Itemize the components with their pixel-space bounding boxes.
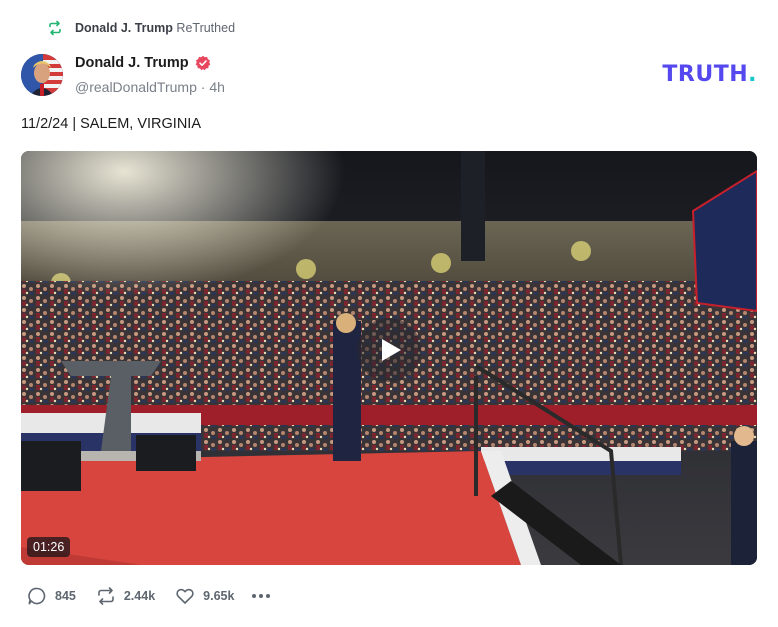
heart-icon xyxy=(176,588,194,604)
separator-dot: · xyxy=(200,79,206,95)
more-dot xyxy=(252,594,257,598)
retruth-icon xyxy=(49,20,61,36)
avatar[interactable] xyxy=(21,54,63,96)
more-dot xyxy=(266,594,271,598)
retruth-header: Donald J. Trump ReTruthed xyxy=(47,19,235,37)
like-count: 9.65k xyxy=(203,589,235,603)
post-time[interactable]: 4h xyxy=(209,79,225,95)
video-player[interactable]: 01:26 xyxy=(21,151,757,565)
avatar-image xyxy=(21,54,63,96)
retruth-action-text: ReTruthed xyxy=(176,21,236,35)
retruth-count: 2.44k xyxy=(123,589,156,603)
post-actions: 845 2.44k 9.65k xyxy=(27,586,271,606)
like-button[interactable]: 9.65k xyxy=(175,586,234,606)
reply-count: 845 xyxy=(55,589,76,603)
retruth-author[interactable]: Donald J. Trump xyxy=(75,21,173,35)
more-dot xyxy=(259,594,264,598)
brand-dot: . xyxy=(748,62,757,87)
reply-button[interactable]: 845 xyxy=(27,586,76,606)
author-handle[interactable]: @realDonaldTrump xyxy=(75,79,197,95)
play-button[interactable] xyxy=(357,318,421,382)
retruth-label: Donald J. Trump ReTruthed xyxy=(75,21,235,35)
video-duration: 01:26 xyxy=(27,537,71,557)
author-row: Donald J. Trump xyxy=(75,55,211,71)
post-text: 11/2/24 | SALEM, VIRGINIA xyxy=(21,116,201,132)
play-icon xyxy=(382,339,401,361)
brand-text: TRUTH xyxy=(662,62,749,87)
more-icon[interactable] xyxy=(252,594,271,598)
retruth-action-icon xyxy=(98,587,114,605)
truth-logo[interactable]: TRUTH. xyxy=(662,62,757,87)
retruth-button[interactable]: 2.44k xyxy=(96,586,155,606)
verified-badge-icon xyxy=(195,55,210,71)
author-name[interactable]: Donald J. Trump xyxy=(75,55,189,71)
reply-icon xyxy=(28,587,46,605)
handle-row: @realDonaldTrump · 4h xyxy=(75,79,225,95)
